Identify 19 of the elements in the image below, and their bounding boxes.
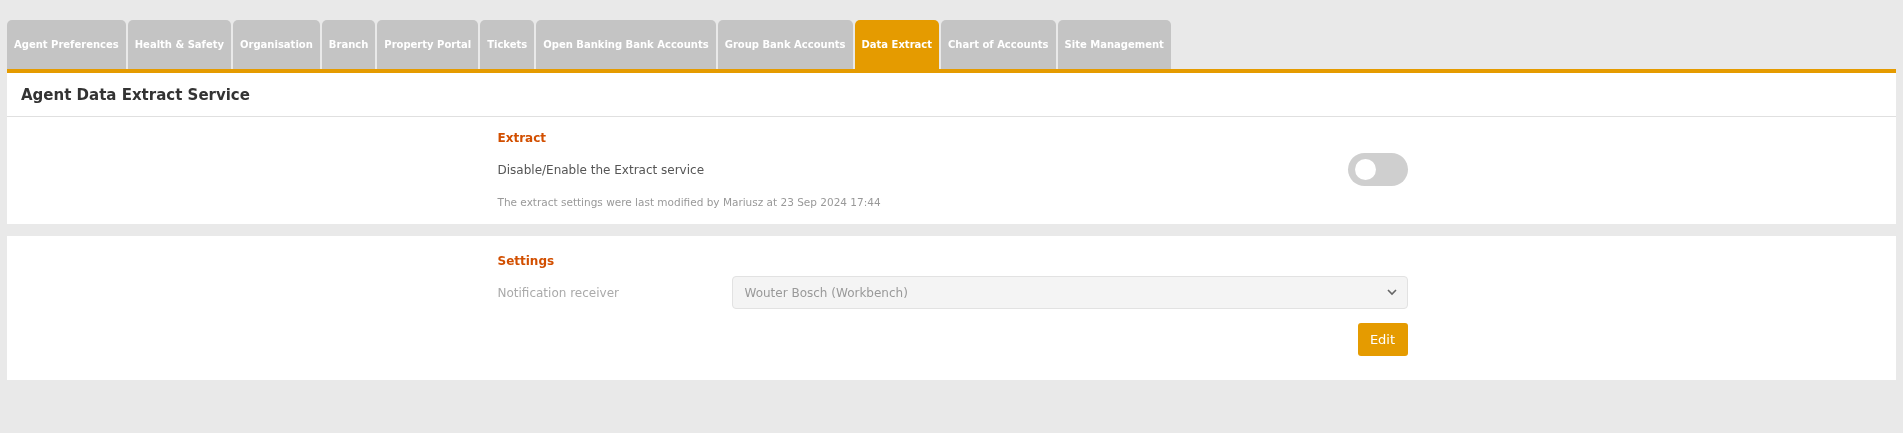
tab[interactable]: Chart of Accounts	[941, 20, 1056, 69]
chevron-down-icon	[1386, 289, 1397, 296]
tab[interactable]: Tickets	[480, 20, 535, 69]
section-heading: Settings	[497, 254, 556, 268]
tab[interactable]: Organisation	[233, 20, 320, 69]
tab[interactable]: Property Portal	[377, 20, 479, 69]
section-heading: Extract	[497, 131, 548, 145]
tab[interactable]: Site Management	[1057, 20, 1171, 69]
page-title: Agent Data Extract Service	[21, 85, 250, 104]
toggle-label: Disable/Enable the Extract service	[497, 162, 705, 177]
tab[interactable]: Health & Safety	[127, 20, 232, 69]
tab[interactable]: Agent Preferences	[7, 20, 126, 69]
field-label: Notification receiver	[497, 285, 620, 300]
toggle-switch[interactable]	[1347, 153, 1408, 186]
tab[interactable]: Open Banking Bank Accounts	[536, 20, 716, 69]
tab[interactable]: Branch	[321, 20, 376, 69]
tab[interactable]: Data Extract	[854, 20, 940, 69]
tab[interactable]: Group Bank Accounts	[717, 20, 853, 69]
modified-note: The extract settings were last modified by Mariusz at 23 Sep 2024 17:44	[497, 196, 882, 208]
